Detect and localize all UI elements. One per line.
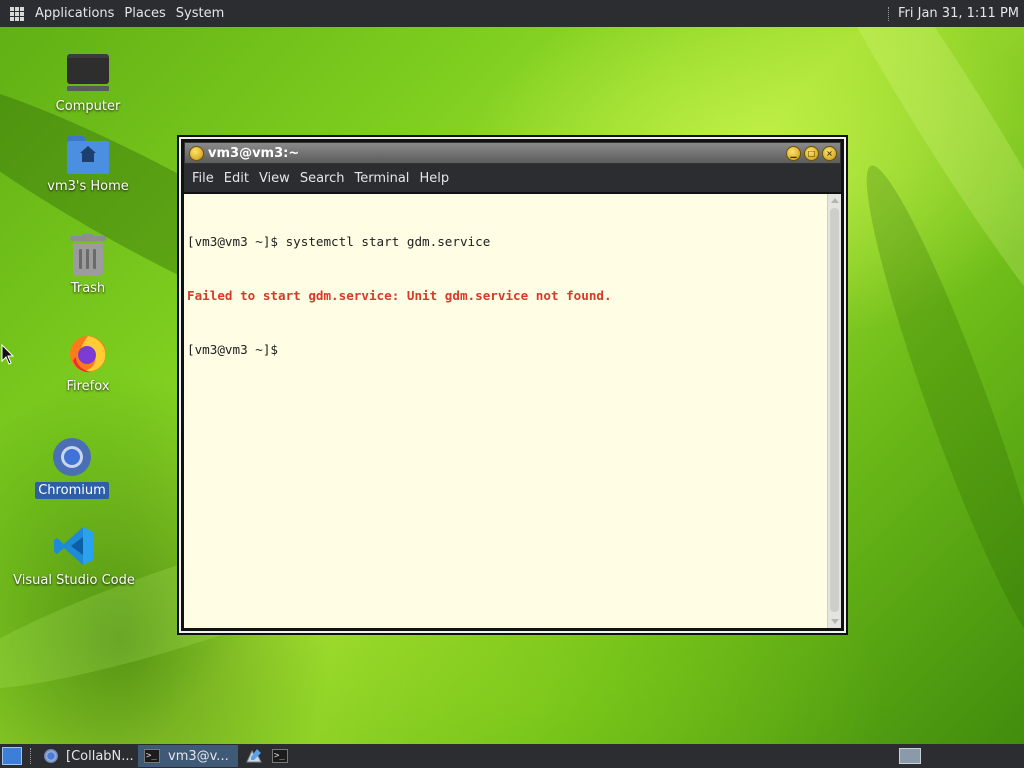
task-collab[interactable]: [CollabN... [38,745,138,767]
terminal-titlebar[interactable]: vm3@vm3:~ ▁ □ × [184,142,841,164]
terminal-output[interactable]: [vm3@vm3 ~]$ systemctl start gdm.service… [184,194,841,628]
top-panel: Applications Places System Fri Jan 31, 1… [0,0,1024,27]
desktop-icon-trash[interactable]: Trash [28,234,148,297]
trash-icon [70,234,106,276]
chromium-icon [53,438,91,476]
computer-icon [67,54,109,94]
desktop-icon-firefox[interactable]: Firefox [28,332,148,395]
menu-system[interactable]: System [171,6,229,21]
vscode-icon [54,527,93,565]
task-terminal[interactable]: >_ vm3@v... [138,745,238,767]
panel-separator [888,6,890,21]
scroll-down-icon[interactable] [831,619,839,624]
terminal-line-command: [vm3@vm3 ~]$ systemctl start gdm.service [187,234,491,249]
menu-applications[interactable]: Applications [30,6,119,21]
workspace-switcher[interactable] [899,748,921,764]
menu-places[interactable]: Places [119,6,170,21]
desktop-icon-computer[interactable]: Computer [28,54,148,115]
terminal-window[interactable]: vm3@vm3:~ ▁ □ × File Edit View Search Te… [179,137,846,633]
scroll-thumb[interactable] [830,208,839,612]
task-label: vm3@v... [168,748,229,764]
window-menu-icon[interactable] [189,145,204,161]
desktop-icon-label: Firefox [66,379,110,394]
scroll-up-icon[interactable] [831,198,839,203]
terminal-line-prompt: [vm3@vm3 ~]$ [187,342,286,357]
terminal-menubar: File Edit View Search Terminal Help [184,164,841,192]
launcher-terminal[interactable]: >_ [270,746,290,766]
home-folder-icon [67,136,109,174]
desktop-icon-label: Computer [55,99,121,114]
terminal-icon: >_ [144,749,160,763]
text-editor-icon [246,749,262,763]
terminal-scrollbar[interactable] [827,194,841,628]
task-label: [CollabN... [66,748,134,764]
menu-edit[interactable]: Edit [219,171,254,186]
firefox-icon [70,336,106,373]
close-button[interactable]: × [822,145,837,161]
bottom-taskbar: [CollabN... >_ vm3@v... >_ [0,744,1024,768]
desktop-icon-label: Chromium [35,482,109,499]
terminal-launcher-icon: >_ [272,749,288,763]
desktop-icon-home[interactable]: vm3's Home [28,136,148,195]
applications-grid-icon[interactable] [10,6,24,21]
desktop-icon-vscode[interactable]: Visual Studio Code [13,524,135,589]
clock[interactable]: Fri Jan 31, 1:11 PM [898,6,1019,21]
browser-icon [44,749,58,763]
mouse-pointer-icon [1,344,15,365]
desktop-icon-label: vm3's Home [47,179,129,194]
launcher-editor[interactable] [244,746,264,766]
maximize-button[interactable]: □ [804,145,819,161]
minimize-button[interactable]: ▁ [786,145,801,161]
desktop-icon-label: Visual Studio Code [13,573,135,588]
desktop-icon-label: Trash [70,281,106,296]
menu-view[interactable]: View [254,171,295,186]
window-title: vm3@vm3:~ [208,145,300,161]
taskbar-separator [30,748,32,764]
menu-file[interactable]: File [187,171,219,186]
show-desktop-button[interactable] [2,747,22,765]
desktop-icon-chromium[interactable]: Chromium [12,436,132,499]
menu-terminal[interactable]: Terminal [349,171,414,186]
menu-help[interactable]: Help [414,171,454,186]
terminal-line-error: Failed to start gdm.service: Unit gdm.se… [187,288,612,303]
menu-search[interactable]: Search [295,171,350,186]
